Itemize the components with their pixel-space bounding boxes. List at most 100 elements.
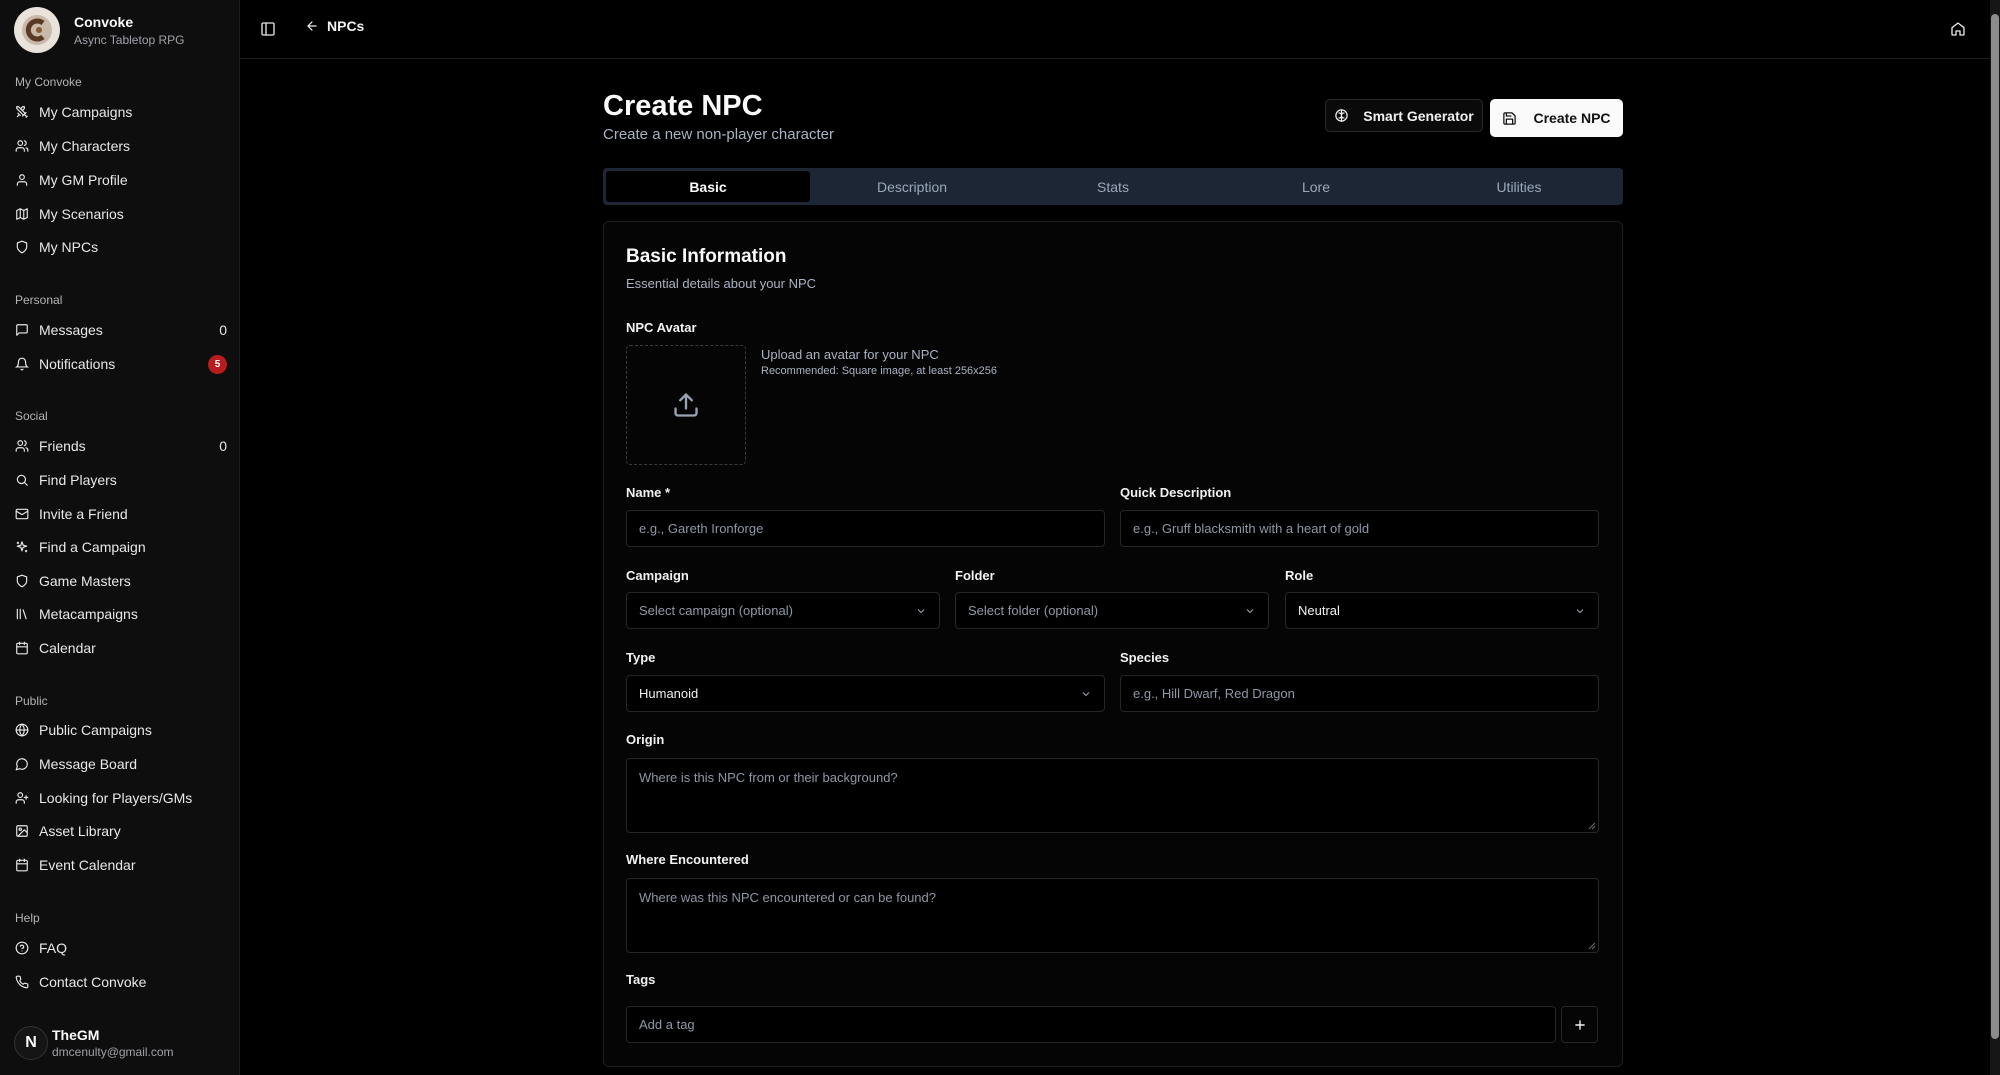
campaign-select-value: Select campaign (optional) — [639, 603, 793, 618]
sidebar-item-my-gm-profile[interactable]: My GM Profile — [15, 166, 227, 194]
brain-icon — [1335, 109, 1348, 122]
search-icon — [16, 474, 28, 486]
sidebar-item-label: Game Masters — [39, 573, 131, 589]
avatar: N — [14, 1026, 48, 1060]
sidebar-item-message-board[interactable]: Message Board — [15, 750, 227, 778]
tags-label: Tags — [626, 972, 656, 987]
sidebar-item-label: Asset Library — [39, 823, 121, 839]
sidebar-item-contact-convoke[interactable]: Contact Convoke — [15, 968, 227, 996]
sidebar-item-faq[interactable]: FAQ — [15, 934, 227, 962]
chevron-down-icon — [1246, 608, 1254, 613]
resize-handle-icon[interactable] — [1588, 942, 1596, 950]
section-label-help: Help — [15, 911, 40, 925]
add-tag-button[interactable] — [1561, 1006, 1598, 1043]
create-npc-label: Create NPC — [1533, 110, 1611, 126]
type-select-value: Humanoid — [639, 686, 699, 701]
quick-description-input[interactable]: e.g., Gruff blacksmith with a heart of g… — [1120, 510, 1599, 547]
sidebar-item-metacampaigns[interactable]: Metacampaigns — [15, 600, 227, 628]
messages-count: 0 — [219, 322, 227, 338]
page-scrollbar[interactable] — [1990, 0, 2000, 1075]
section-subtitle: Essential details about your NPC — [626, 276, 817, 291]
name-label: Name * — [626, 485, 671, 500]
sidebar-item-label: Invite a Friend — [39, 506, 128, 522]
create-npc-button[interactable]: Create NPC — [1490, 99, 1623, 137]
tab-lore[interactable]: Lore — [1214, 171, 1418, 202]
sidebar-item-notifications[interactable]: Notifications 5 — [15, 350, 227, 378]
users-icon — [15, 440, 29, 452]
type-label: Type — [626, 650, 656, 665]
sidebar-item-asset-library[interactable]: Asset Library — [15, 817, 227, 845]
role-select-value: Neutral — [1298, 603, 1340, 618]
save-icon — [1503, 111, 1517, 125]
help-circle-icon — [15, 941, 29, 955]
folder-label: Folder — [955, 568, 995, 583]
chevron-down-icon — [1576, 608, 1584, 613]
sidebar-item-public-campaigns[interactable]: Public Campaigns — [15, 716, 227, 744]
sparkles-icon — [16, 541, 28, 553]
where-encountered-textarea[interactable]: Where was this NPC encountered or can be… — [626, 878, 1599, 953]
globe-icon — [15, 723, 29, 737]
home-icon[interactable] — [1946, 17, 1970, 41]
back-to-npcs-link[interactable]: NPCs — [305, 18, 364, 34]
scrollbar-thumb[interactable] — [1991, 14, 1999, 1039]
sidebar-item-my-scenarios[interactable]: My Scenarios — [15, 200, 227, 228]
sidebar-item-my-npcs[interactable]: My NPCs — [15, 233, 227, 261]
image-icon — [16, 825, 28, 837]
tab-utilities[interactable]: Utilities — [1417, 171, 1621, 202]
tab-list: Basic Description Stats Lore Utilities — [603, 168, 1623, 205]
plus-icon — [1574, 1019, 1585, 1030]
role-select[interactable]: Neutral — [1285, 592, 1599, 629]
user-name: TheGM — [52, 1027, 100, 1043]
sidebar-item-find-a-campaign[interactable]: Find a Campaign — [15, 533, 227, 561]
sidebar-item-calendar[interactable]: Calendar — [15, 634, 227, 662]
tab-description[interactable]: Description — [810, 171, 1014, 202]
avatar-label: NPC Avatar — [626, 320, 697, 335]
origin-textarea[interactable]: Where is this NPC from or their backgrou… — [626, 758, 1599, 833]
resize-handle-icon[interactable] — [1588, 822, 1596, 830]
sidebar-item-my-campaigns[interactable]: My Campaigns — [15, 98, 227, 126]
sidebar-item-event-calendar[interactable]: Event Calendar — [15, 851, 227, 879]
sidebar-item-label: My GM Profile — [39, 172, 128, 188]
phone-icon — [15, 975, 29, 989]
folder-select[interactable]: Select folder (optional) — [955, 592, 1269, 629]
campaign-select[interactable]: Select campaign (optional) — [626, 592, 940, 629]
type-select[interactable]: Humanoid — [626, 675, 1105, 712]
sidebar-item-invite-a-friend[interactable]: Invite a Friend — [15, 500, 227, 528]
upload-icon — [674, 392, 698, 417]
user-profile[interactable]: N TheGM dmcenulty@gmail.com — [14, 1026, 174, 1060]
sidebar-item-friends[interactable]: Friends 0 — [15, 432, 227, 460]
back-link-label: NPCs — [327, 18, 365, 34]
avatar-upload-dropzone[interactable] — [626, 345, 746, 465]
sidebar-item-label: Contact Convoke — [39, 974, 147, 990]
name-input[interactable]: e.g., Gareth Ironforge — [626, 510, 1105, 547]
role-label: Role — [1285, 568, 1314, 583]
brand[interactable]: Convoke Async Tabletop RPG — [14, 7, 185, 53]
sidebar-item-my-characters[interactable]: My Characters — [15, 132, 227, 160]
origin-label: Origin — [626, 732, 665, 747]
top-bar: NPCs — [240, 0, 1990, 59]
sidebar-item-messages[interactable]: Messages 0 — [15, 316, 227, 344]
species-input[interactable]: e.g., Hill Dwarf, Red Dragon — [1120, 675, 1599, 712]
swords-icon — [16, 106, 28, 118]
sidebar-toggle-icon[interactable] — [256, 17, 280, 41]
section-label-personal: Personal — [15, 293, 63, 307]
sidebar-item-label: Notifications — [39, 356, 116, 372]
sidebar-item-label: Calendar — [39, 640, 96, 656]
sidebar-item-label: Find Players — [39, 472, 117, 488]
bell-icon — [15, 357, 29, 371]
library-icon — [16, 608, 27, 620]
users-icon — [15, 140, 29, 152]
smart-generator-button[interactable]: Smart Generator — [1325, 99, 1483, 132]
sidebar-item-label: Metacampaigns — [39, 606, 138, 622]
tab-basic[interactable]: Basic — [606, 171, 810, 202]
sidebar-item-label: Message Board — [39, 756, 138, 772]
user-email: dmcenulty@gmail.com — [52, 1045, 174, 1059]
arrow-left-icon — [307, 21, 317, 31]
sidebar-item-game-masters[interactable]: Game Masters — [15, 567, 227, 595]
tab-stats[interactable]: Stats — [1011, 171, 1215, 202]
sidebar-item-looking-for-players[interactable]: Looking for Players/GMs — [15, 784, 227, 812]
add-tag-input[interactable]: Add a tag — [626, 1006, 1556, 1043]
shield-icon — [16, 574, 28, 588]
sidebar-item-find-players[interactable]: Find Players — [15, 466, 227, 494]
sidebar-item-label: FAQ — [39, 940, 68, 956]
